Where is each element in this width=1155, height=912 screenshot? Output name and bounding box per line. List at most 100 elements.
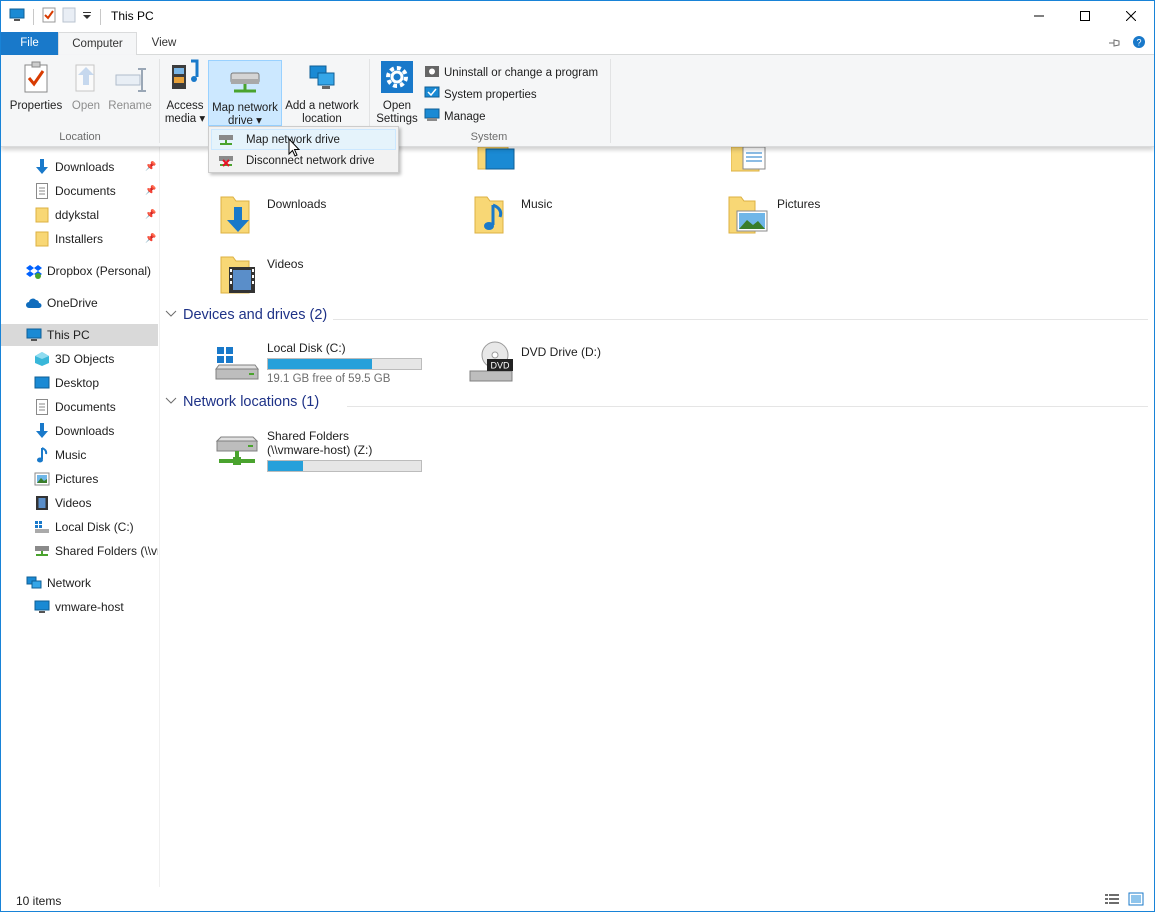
open-settings-button[interactable]: Open Settings xyxy=(373,59,421,126)
folder-icon xyxy=(34,231,50,247)
tab-file[interactable]: File xyxy=(1,32,58,55)
local-disk-usage-bar xyxy=(267,358,422,370)
add-network-location-button[interactable]: Add a network location xyxy=(283,59,361,126)
documents-folder-partial[interactable] xyxy=(730,146,771,176)
section-network-locations[interactable]: Network locations (1) xyxy=(165,394,1150,410)
svg-text:?: ? xyxy=(1136,38,1141,48)
close-button[interactable] xyxy=(1108,1,1154,31)
nav-item-dropbox[interactable]: Dropbox (Personal) xyxy=(26,260,151,282)
chevron-down-icon: ▾ xyxy=(199,113,206,125)
properties-icon xyxy=(23,61,49,97)
folder-tile-downloads[interactable]: Downloads xyxy=(219,193,326,238)
qat-dropdown-icon[interactable] xyxy=(82,10,92,24)
uninstall-icon xyxy=(424,64,440,81)
tab-view[interactable]: View xyxy=(141,32,187,55)
network-drive-icon xyxy=(228,69,262,99)
uninstall-program-button[interactable]: Uninstall or change a program xyxy=(424,64,598,81)
nav-item-this-pc[interactable]: This PC xyxy=(1,324,158,346)
downloads-icon xyxy=(34,159,50,175)
pin-icon: 📌 xyxy=(145,233,157,243)
nav-item-desktop[interactable]: Desktop xyxy=(34,372,99,394)
menu-item-disconnect-network-drive[interactable]: Disconnect network drive xyxy=(211,150,396,171)
usage-bar-fill xyxy=(268,359,373,369)
system-properties-icon xyxy=(424,86,440,103)
settings-gear-icon xyxy=(381,61,413,97)
nav-item-onedrive[interactable]: OneDrive xyxy=(26,292,98,314)
map-network-drive-button[interactable]: Map network drive ▾ xyxy=(208,60,282,127)
nav-item-vmware-host[interactable]: vmware-host xyxy=(34,596,124,618)
nav-item-videos[interactable]: Videos xyxy=(34,492,91,514)
navigation-pane: Downloads 📌 Documents 📌 ddykstal 📌 Insta… xyxy=(1,147,159,887)
maximize-button[interactable] xyxy=(1062,1,1108,31)
open-icon xyxy=(72,61,100,97)
documents-icon xyxy=(34,399,50,415)
computer-icon xyxy=(34,599,50,615)
map-network-drive-menu: Map network drive Disconnect network dri… xyxy=(208,126,399,173)
large-icons-view-icon[interactable] xyxy=(1128,892,1144,909)
status-bar: 10 items xyxy=(1,889,1154,911)
system-properties-button[interactable]: System properties xyxy=(424,86,537,103)
menu-item-map-network-drive[interactable]: Map network drive xyxy=(211,129,396,150)
usage-bar-fill xyxy=(268,461,304,471)
properties-qat-icon[interactable] xyxy=(42,7,56,26)
manage-button[interactable]: Manage xyxy=(424,108,486,125)
nav-item-quick-documents[interactable]: Documents xyxy=(34,180,116,202)
group-label-system: System xyxy=(470,131,508,143)
help-icon[interactable]: ? xyxy=(1132,35,1146,52)
dvd-drive-icon: DVD xyxy=(467,341,515,386)
local-disk-icon xyxy=(34,519,50,535)
item-count: 10 items xyxy=(16,894,62,908)
nav-item-pictures[interactable]: Pictures xyxy=(34,468,98,490)
pictures-folder-icon xyxy=(727,193,769,238)
nav-item-downloads[interactable]: Downloads xyxy=(34,420,114,442)
pin-icon: 📌 xyxy=(145,209,157,219)
details-view-icon[interactable] xyxy=(1104,892,1120,909)
pane-divider xyxy=(159,147,160,887)
access-media-button[interactable]: Access media ▾ xyxy=(163,59,207,126)
folder-tile-pictures[interactable]: Pictures xyxy=(727,193,820,238)
minimize-button[interactable] xyxy=(1016,1,1062,31)
tab-computer[interactable]: Computer xyxy=(58,32,137,56)
folder-tile-music[interactable]: Music xyxy=(473,193,552,238)
media-icon xyxy=(169,59,201,97)
drive-tile-dvd[interactable]: DVD DVD Drive (D:) xyxy=(467,341,601,386)
content-pane: Downloads Music Pictures Videos Devices … xyxy=(161,146,1154,887)
shared-folders-usage-bar xyxy=(267,460,422,472)
nav-item-shared-folders[interactable]: Shared Folders (\\vmware-host) (Z:) xyxy=(34,540,158,562)
network-location-icon xyxy=(307,63,337,97)
caption-buttons xyxy=(1016,1,1154,31)
this-pc-icon[interactable] xyxy=(9,7,25,26)
dvd-drive-info: DVD Drive (D:) xyxy=(521,345,601,359)
network-icon xyxy=(26,575,42,591)
drive-tile-shared-folders[interactable]: Shared Folders (\\vmware-host) (Z:) xyxy=(213,429,422,474)
downloads-folder-icon xyxy=(219,193,259,238)
chevron-down-icon xyxy=(165,395,177,409)
downloads-icon xyxy=(34,423,50,439)
section-devices-and-drives[interactable]: Devices and drives (2) xyxy=(165,307,1150,323)
nav-item-network[interactable]: Network xyxy=(26,572,91,594)
new-folder-qat-icon[interactable] xyxy=(62,7,76,26)
desktop-folder-partial[interactable] xyxy=(476,146,516,176)
nav-item-quick-installers[interactable]: Installers xyxy=(34,228,103,250)
properties-button[interactable]: Properties xyxy=(6,59,66,113)
drive-tile-local-disk[interactable]: Local Disk (C:) 19.1 GB free of 59.5 GB xyxy=(213,341,422,386)
pin-icon: 📌 xyxy=(145,161,157,171)
pictures-icon xyxy=(34,471,50,487)
local-disk-info: Local Disk (C:) 19.1 GB free of 59.5 GB xyxy=(267,341,422,386)
rename-button[interactable]: Rename xyxy=(106,59,154,113)
local-disk-icon xyxy=(213,341,261,386)
group-separator xyxy=(610,59,611,143)
folder-tile-videos[interactable]: Videos xyxy=(219,253,303,298)
videos-folder-icon xyxy=(219,253,259,298)
pin-ribbon-icon[interactable] xyxy=(1108,37,1122,51)
nav-item-3d-objects[interactable]: 3D Objects xyxy=(34,348,114,370)
nav-item-quick-downloads[interactable]: Downloads xyxy=(34,156,114,178)
nav-item-documents[interactable]: Documents xyxy=(34,396,116,418)
open-button[interactable]: Open xyxy=(67,59,105,113)
nav-item-local-disk[interactable]: Local Disk (C:) xyxy=(34,516,134,538)
nav-item-music[interactable]: Music xyxy=(34,444,86,466)
window-title: This PC xyxy=(111,9,154,23)
music-folder-icon xyxy=(473,193,513,238)
nav-item-quick-ddykstal[interactable]: ddykstal xyxy=(34,204,99,226)
group-separator xyxy=(159,59,160,143)
